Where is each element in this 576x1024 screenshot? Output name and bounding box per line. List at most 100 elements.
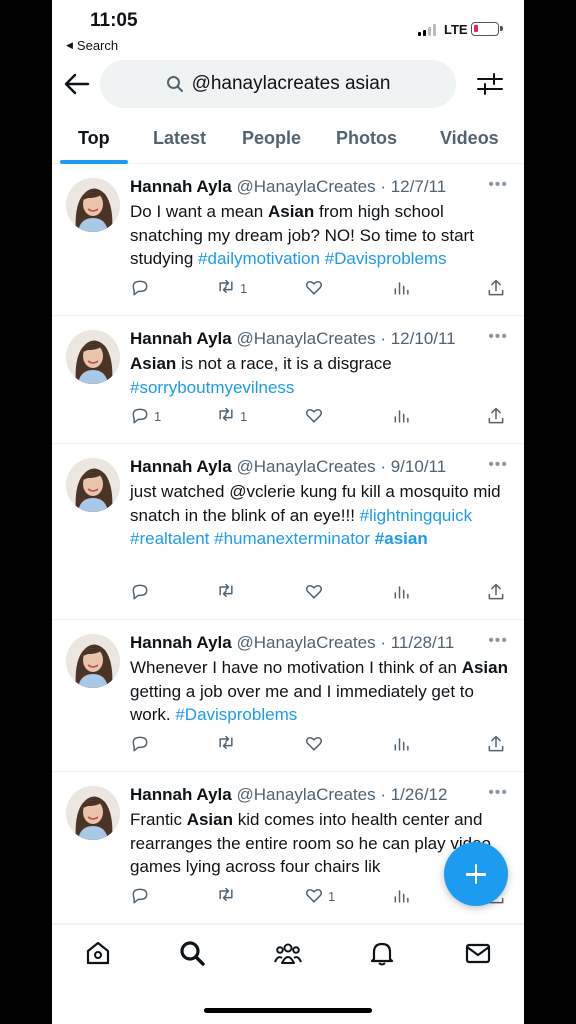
heart-icon xyxy=(305,409,323,423)
reply-button[interactable] xyxy=(130,886,154,906)
author-handle[interactable]: @HanaylaCreates xyxy=(236,177,375,196)
share-icon xyxy=(488,735,504,752)
author-handle[interactable]: @HanaylaCreates xyxy=(236,785,375,804)
tweet-body: Hannah Ayla @HanaylaCreates · 12/7/11 ••… xyxy=(130,176,508,271)
retweet-count: 1 xyxy=(240,280,248,296)
back-to-app[interactable]: ◀ Search xyxy=(66,38,118,53)
share-icon xyxy=(488,407,504,424)
share-icon xyxy=(488,583,504,600)
signal-icon xyxy=(418,24,436,36)
like-button[interactable] xyxy=(304,406,328,426)
share-button[interactable] xyxy=(486,734,506,754)
avatar-photo xyxy=(66,458,120,512)
communities-icon[interactable] xyxy=(274,939,302,967)
compose-button[interactable] xyxy=(444,842,508,906)
like-button[interactable] xyxy=(304,582,328,602)
back-arrow-icon[interactable] xyxy=(62,70,92,98)
more-options-icon[interactable]: ••• xyxy=(488,784,508,802)
reply-button[interactable] xyxy=(130,582,154,602)
tweet-meta: Hannah Ayla @HanaylaCreates · 12/7/11 xyxy=(130,176,508,198)
reply-icon xyxy=(132,584,148,600)
back-app-label: Search xyxy=(76,38,119,53)
notifications-icon[interactable] xyxy=(368,939,396,967)
retweet-button[interactable]: 1 xyxy=(216,278,247,298)
retweet-button[interactable] xyxy=(216,886,240,906)
tweet[interactable]: Hannah Ayla @HanaylaCreates · 12/7/11 ••… xyxy=(52,164,524,316)
more-options-icon[interactable]: ••• xyxy=(488,176,508,194)
avatar[interactable] xyxy=(66,458,120,512)
search-input[interactable]: @hanaylacreates asian xyxy=(100,60,456,108)
reply-count: 1 xyxy=(154,408,162,424)
home-icon[interactable] xyxy=(84,939,112,967)
tweet-actions: 1 xyxy=(130,278,510,302)
views-button[interactable] xyxy=(392,886,412,906)
views-button[interactable] xyxy=(392,406,412,426)
more-options-icon[interactable]: ••• xyxy=(488,632,508,650)
more-options-icon[interactable]: ••• xyxy=(488,328,508,346)
views-button[interactable] xyxy=(392,582,412,602)
retweet-button[interactable]: 1 xyxy=(216,406,247,426)
tab-people[interactable]: People xyxy=(242,128,301,149)
tab-videos[interactable]: Videos xyxy=(440,128,499,149)
hashtag-link[interactable]: #lightningquick xyxy=(360,506,472,525)
hashtag-link[interactable]: #Davisproblems xyxy=(175,705,297,724)
views-icon xyxy=(394,738,409,751)
author-handle[interactable]: @HanaylaCreates xyxy=(236,633,375,652)
retweet-button[interactable] xyxy=(216,582,240,602)
author-handle[interactable]: @HanaylaCreates xyxy=(236,329,375,348)
hashtag-link[interactable]: #humanexterminator xyxy=(214,529,370,548)
retweet-button[interactable] xyxy=(216,734,240,754)
tweet-actions xyxy=(130,734,510,758)
views-button[interactable] xyxy=(392,278,412,298)
reply-button[interactable]: 1 xyxy=(130,406,161,426)
share-button[interactable] xyxy=(486,278,506,298)
text-segment: Whenever I have no motivation I think of… xyxy=(130,658,462,677)
author-handle[interactable]: @HanaylaCreates xyxy=(236,457,375,476)
hashtag-link[interactable]: #asian xyxy=(375,529,428,548)
share-button[interactable] xyxy=(486,406,506,426)
views-button[interactable] xyxy=(392,734,412,754)
tweet-text: Whenever I have no motivation I think of… xyxy=(130,656,508,727)
tab-top[interactable]: Top xyxy=(78,128,110,149)
tweet[interactable]: Hannah Ayla @HanaylaCreates · 1/26/12 ••… xyxy=(52,772,524,924)
text-segment: Asian xyxy=(461,658,508,677)
like-button[interactable]: 1 xyxy=(304,886,335,906)
reply-button[interactable] xyxy=(130,278,154,298)
text-segment: Asian xyxy=(186,810,233,829)
author-name[interactable]: Hannah Ayla xyxy=(130,633,232,652)
hashtag-link[interactable]: #Davisproblems xyxy=(325,249,447,268)
tweet-date: · 9/10/11 xyxy=(380,457,447,476)
tab-latest[interactable]: Latest xyxy=(153,128,206,149)
heart-icon xyxy=(305,737,323,751)
hashtag-link[interactable]: #dailymotivation xyxy=(198,249,320,268)
avatar[interactable] xyxy=(66,178,120,232)
tweet[interactable]: Hannah Ayla @HanaylaCreates · 9/10/11 ••… xyxy=(52,444,524,620)
tweet-date: · 1/26/12 xyxy=(380,785,448,804)
avatar[interactable] xyxy=(66,786,120,840)
author-name[interactable]: Hannah Ayla xyxy=(130,785,232,804)
messages-icon[interactable] xyxy=(464,939,492,967)
search-query: @hanaylacreates asian xyxy=(191,73,391,94)
filter-sliders-icon[interactable] xyxy=(476,72,504,96)
tweet[interactable]: Hannah Ayla @HanaylaCreates · 11/28/11 •… xyxy=(52,620,524,772)
author-name[interactable]: Hannah Ayla xyxy=(130,329,232,348)
tab-photos[interactable]: Photos xyxy=(336,128,397,149)
author-name[interactable]: Hannah Ayla xyxy=(130,177,232,196)
like-button[interactable] xyxy=(304,734,328,754)
avatar[interactable] xyxy=(66,330,120,384)
tweet-actions: 11 xyxy=(130,406,510,430)
tweet-meta: Hannah Ayla @HanaylaCreates · 1/26/12 xyxy=(130,784,508,806)
back-triangle-icon: ◀ xyxy=(66,40,73,50)
reply-button[interactable] xyxy=(130,734,154,754)
views-icon xyxy=(394,282,409,295)
tweet-actions xyxy=(130,582,510,606)
tweet[interactable]: Hannah Ayla @HanaylaCreates · 12/10/11 •… xyxy=(52,316,524,444)
more-options-icon[interactable]: ••• xyxy=(488,456,508,474)
share-button[interactable] xyxy=(486,582,506,602)
hashtag-link[interactable]: #sorryboutmyevilness xyxy=(130,378,294,397)
like-button[interactable] xyxy=(304,278,328,298)
avatar[interactable] xyxy=(66,634,120,688)
search-nav-icon[interactable] xyxy=(178,939,206,967)
hashtag-link[interactable]: #realtalent xyxy=(130,529,209,548)
author-name[interactable]: Hannah Ayla xyxy=(130,457,232,476)
